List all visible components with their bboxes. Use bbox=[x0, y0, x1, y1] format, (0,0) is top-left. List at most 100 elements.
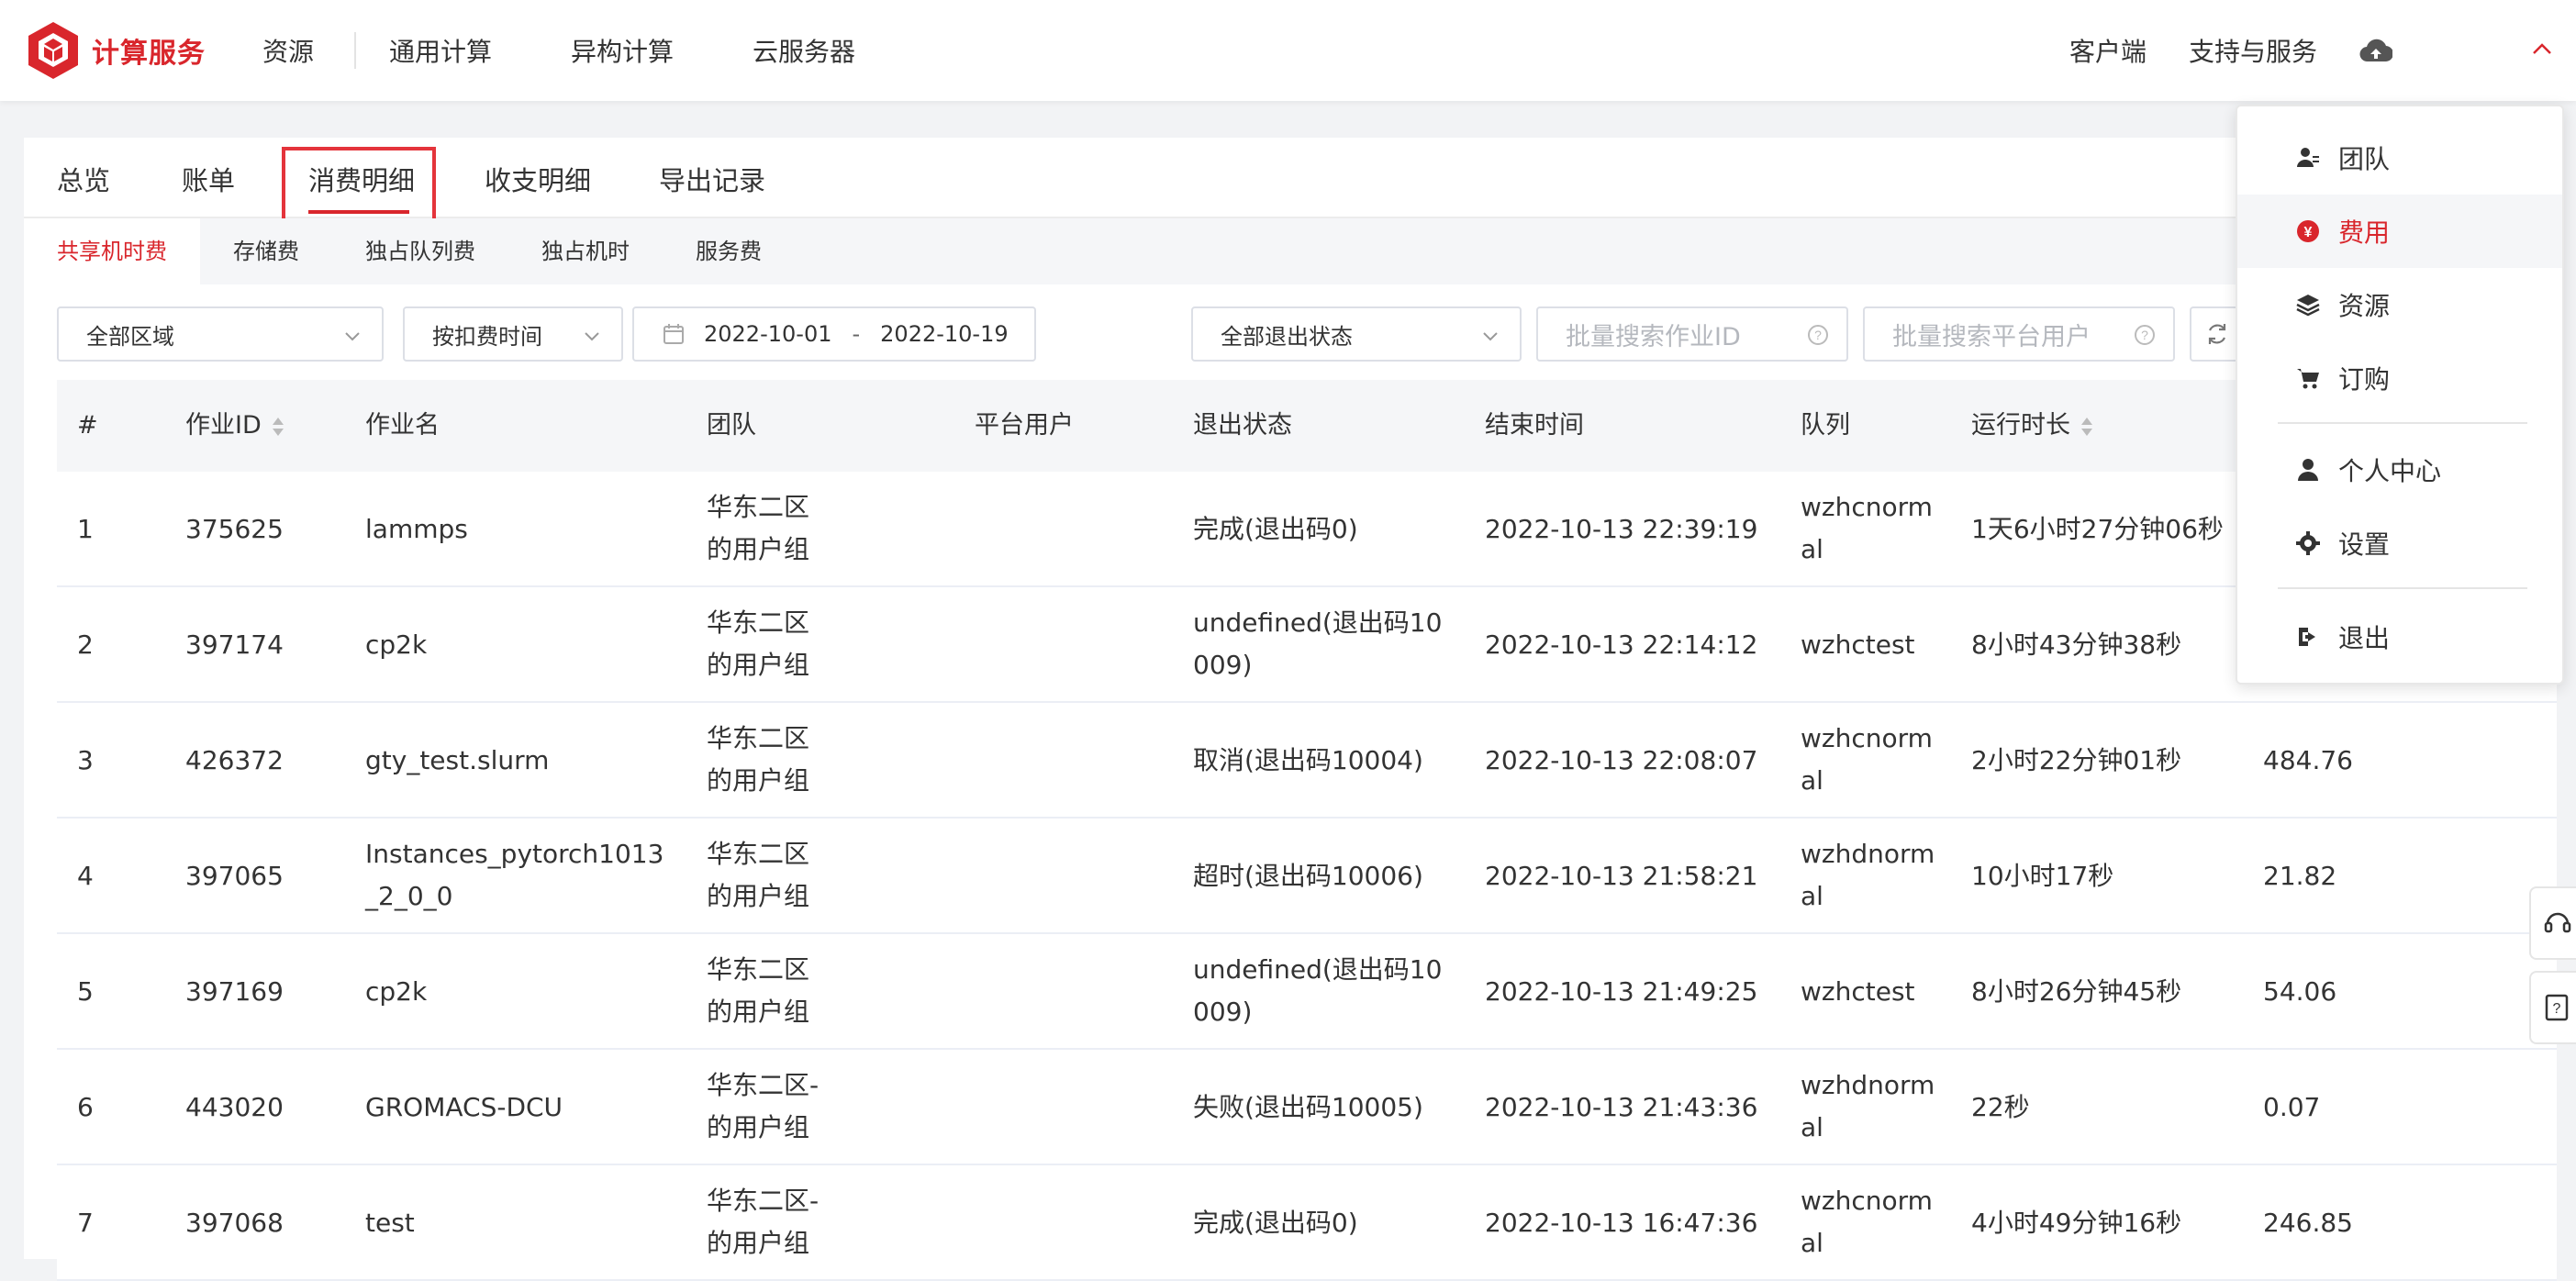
chevron-down-icon bbox=[345, 332, 360, 341]
cell-end-time: 2022-10-13 22:14:12 bbox=[1485, 629, 1758, 660]
cell-run-duration: 8小时26分钟45秒 bbox=[1971, 976, 2182, 1007]
date-start[interactable]: 2022-10-01 bbox=[704, 321, 831, 347]
nav-heterogeneous-compute[interactable]: 异构计算 bbox=[571, 32, 674, 69]
cell-exit-status: undefined(退出码10009) bbox=[1193, 954, 1443, 1027]
client-link[interactable]: 客户端 bbox=[2069, 32, 2147, 69]
tab-income-expense[interactable]: 收支明细 bbox=[485, 160, 591, 198]
cell-job-id: 397169 bbox=[185, 976, 284, 1007]
cell-team: 华东二区- 的用户组 bbox=[707, 1186, 820, 1258]
cell-exit-status: 超时(退出码10006) bbox=[1193, 861, 1423, 891]
date-range-picker[interactable]: 2022-10-01 - 2022-10-19 bbox=[632, 306, 1036, 362]
logo-cube-icon bbox=[28, 22, 78, 79]
nav-general-compute[interactable]: 通用计算 bbox=[389, 32, 492, 69]
cell-run-duration: 4小时49分钟16秒 bbox=[1971, 1208, 2182, 1238]
table-row[interactable]: 4 397065 Instances_pytorch1013_2_0_0 华东二… bbox=[57, 819, 2557, 934]
menu-item-label: 资源 bbox=[2338, 291, 2391, 321]
cell-job-name: lammps bbox=[365, 514, 468, 544]
sort-icon[interactable] bbox=[2080, 414, 2094, 440]
yen-icon: ¥ bbox=[2294, 217, 2322, 245]
annotation-highlight-box bbox=[282, 147, 436, 228]
gear-icon bbox=[2294, 529, 2322, 557]
cell-cost: 0.07 bbox=[2263, 1092, 2321, 1122]
table-row[interactable]: 3 426372 gty_test.slurm 华东二区 的用户组 取消(退出码… bbox=[57, 703, 2557, 819]
platform-user-search-input[interactable]: 批量搜索平台用户 ? bbox=[1863, 306, 2175, 362]
chevron-down-icon bbox=[585, 332, 599, 341]
tab-export-records[interactable]: 导出记录 bbox=[659, 160, 765, 198]
menu-item-profile[interactable]: 个人中心 bbox=[2237, 433, 2562, 507]
menu-item-label: 团队 bbox=[2338, 144, 2391, 174]
chevron-up-icon[interactable] bbox=[2530, 37, 2554, 61]
cell-team: 华东二区 的用户组 bbox=[707, 607, 810, 680]
menu-item-label: 费用 bbox=[2338, 217, 2391, 248]
main-card: 总览 账单 消费明细 收支明细 导出记录 共享机时费 存储费 独占队列费 独占机… bbox=[24, 138, 2557, 1281]
cell-run-duration: 8小时43分钟38秒 bbox=[1971, 629, 2182, 660]
table-row[interactable]: 7 397068 test 华东二区- 的用户组 完成(退出码0) 2022-1… bbox=[57, 1165, 2557, 1281]
date-end[interactable]: 2022-10-19 bbox=[880, 321, 1008, 347]
cell-cost: 54.06 bbox=[2263, 976, 2337, 1007]
menu-item-label: 退出 bbox=[2338, 623, 2391, 653]
menu-item-fees[interactable]: ¥ 费用 bbox=[2237, 195, 2562, 268]
subtab-exclusive-machine-time[interactable]: 独占机时 bbox=[541, 218, 630, 284]
col-team: 团队 bbox=[707, 411, 756, 440]
cell-run-duration: 22秒 bbox=[1971, 1092, 2030, 1122]
menu-item-logout[interactable]: 退出 bbox=[2237, 600, 2562, 674]
time-mode-select[interactable]: 按扣费时间 bbox=[403, 306, 623, 362]
job-id-search-input[interactable]: 批量搜索作业ID ? bbox=[1536, 306, 1848, 362]
cell-queue: wzhctest bbox=[1801, 976, 1915, 1007]
tab-overview[interactable]: 总览 bbox=[57, 160, 110, 198]
col-queue: 队列 bbox=[1801, 411, 1850, 440]
cell-job-id: 397065 bbox=[185, 861, 284, 891]
table-row[interactable]: 1 375625 lammps 华东二区 的用户组 完成(退出码0) 2022-… bbox=[57, 472, 2557, 587]
customer-service-button[interactable] bbox=[2529, 886, 2576, 960]
menu-item-resources[interactable]: 资源 bbox=[2237, 268, 2562, 341]
menu-item-label: 设置 bbox=[2338, 529, 2391, 560]
date-separator: - bbox=[852, 321, 861, 347]
cell-end-time: 2022-10-13 21:49:25 bbox=[1485, 976, 1758, 1007]
region-select[interactable]: 全部区域 bbox=[57, 306, 384, 362]
help-circle-icon[interactable]: ? bbox=[1806, 323, 1830, 347]
logo[interactable]: 计算服务 bbox=[26, 20, 206, 81]
nav-cloud-server[interactable]: 云服务器 bbox=[753, 32, 855, 69]
help-document-button[interactable]: ? bbox=[2529, 971, 2576, 1044]
subtab-storage[interactable]: 存储费 bbox=[233, 218, 299, 284]
subtab-exclusive-queue[interactable]: 独占队列费 bbox=[365, 218, 475, 284]
col-job-id-label: 作业ID bbox=[185, 411, 262, 440]
sort-icon[interactable] bbox=[271, 414, 285, 440]
cell-exit-status: undefined(退出码10009) bbox=[1193, 607, 1443, 680]
logout-icon bbox=[2294, 623, 2322, 651]
menu-item-team[interactable]: 团队 bbox=[2237, 121, 2562, 195]
exit-status-value: 全部退出状态 bbox=[1221, 323, 1353, 350]
tab-bill[interactable]: 账单 bbox=[182, 160, 235, 198]
support-link[interactable]: 支持与服务 bbox=[2189, 32, 2317, 69]
subtab-bar: 共享机时费 存储费 独占队列费 独占机时 服务费 bbox=[24, 218, 2557, 284]
table-row[interactable]: 6 443020 GROMACS-DCU 华东二区- 的用户组 失败(退出码10… bbox=[57, 1050, 2557, 1165]
cell-job-name: gty_test.slurm bbox=[365, 745, 550, 775]
cell-job-name: cp2k bbox=[365, 629, 428, 660]
menu-item-settings[interactable]: 设置 bbox=[2237, 507, 2562, 580]
col-job-id[interactable]: 作业ID bbox=[185, 380, 285, 472]
col-run-duration[interactable]: 运行时长 bbox=[1971, 380, 2094, 472]
cell-queue: wzhcnormal bbox=[1801, 1186, 1933, 1258]
nav-divider bbox=[354, 32, 357, 69]
help-circle-icon[interactable]: ? bbox=[2133, 323, 2157, 347]
cell-run-duration: 1天6小时27分钟06秒 bbox=[1971, 514, 2224, 544]
cell-job-id: 426372 bbox=[185, 745, 284, 775]
table-row[interactable]: 2 397174 cp2k 华东二区 的用户组 undefined(退出码100… bbox=[57, 587, 2557, 703]
cloud-upload-icon[interactable] bbox=[2359, 37, 2392, 64]
cell-job-name: cp2k bbox=[365, 976, 428, 1007]
chevron-down-icon bbox=[1483, 332, 1498, 341]
region-select-value: 全部区域 bbox=[86, 323, 174, 350]
nav-resources[interactable]: 资源 bbox=[262, 32, 314, 69]
headset-icon bbox=[2544, 912, 2571, 933]
table-row[interactable]: 5 397169 cp2k 华东二区 的用户组 undefined(退出码100… bbox=[57, 934, 2557, 1050]
subtab-service-fee[interactable]: 服务费 bbox=[696, 218, 762, 284]
menu-item-label: 个人中心 bbox=[2338, 456, 2442, 486]
col-index: # bbox=[77, 411, 98, 440]
menu-item-order[interactable]: 订购 bbox=[2237, 341, 2562, 415]
col-end-time: 结束时间 bbox=[1485, 411, 1584, 440]
subtab-shared-machine-time[interactable]: 共享机时费 bbox=[24, 218, 200, 284]
cell-index: 1 bbox=[77, 514, 94, 544]
cell-end-time: 2022-10-13 22:39:19 bbox=[1485, 514, 1758, 544]
team-icon bbox=[2294, 144, 2322, 172]
exit-status-select[interactable]: 全部退出状态 bbox=[1191, 306, 1522, 362]
